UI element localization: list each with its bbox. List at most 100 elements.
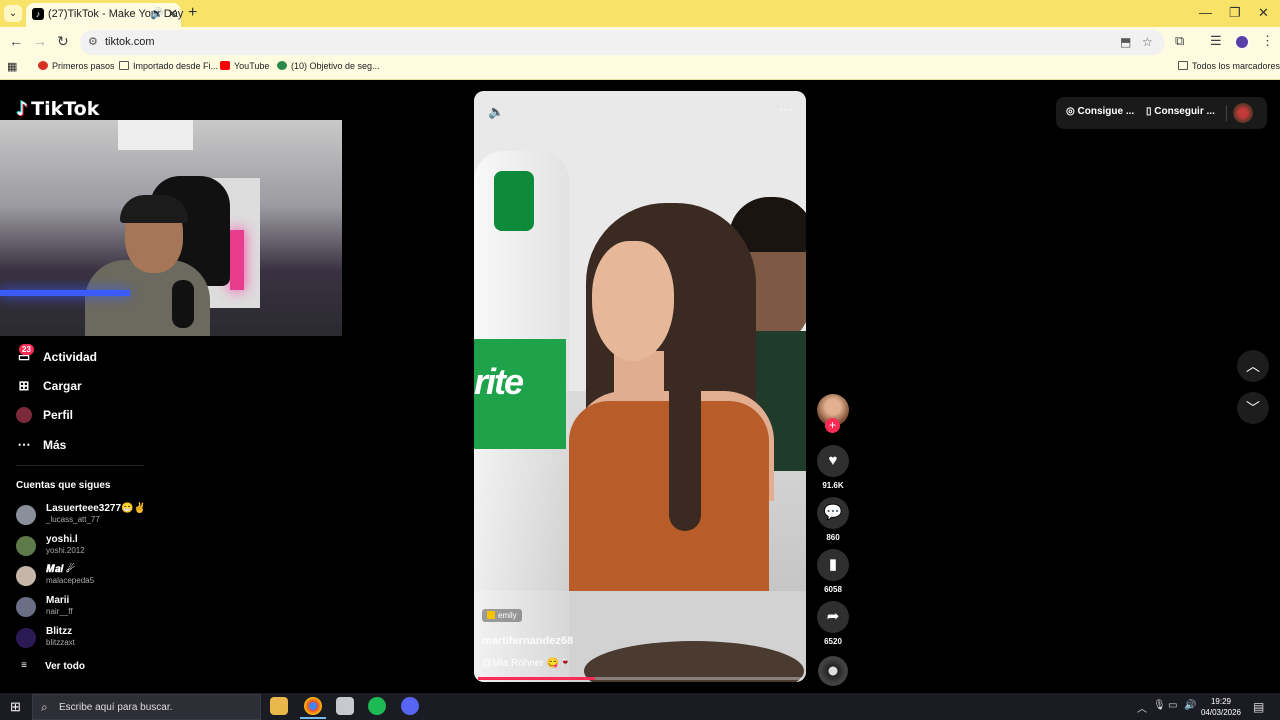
share-button[interactable]: ➦ <box>817 601 849 633</box>
share-count: 6520 <box>824 637 842 646</box>
followed-account[interactable]: 𝑴𝒂𝒊 ☄ malacepeda5 <box>16 564 176 590</box>
video-player[interactable]: rite 🔈 ⋯ emily martifernandez68 @Mia Röh… <box>474 91 806 682</box>
apps-grid-icon[interactable]: ▦ <box>7 60 17 73</box>
get-app-button[interactable]: ▯ Conseguir ... <box>1146 106 1215 117</box>
chrome-taskbar-icon[interactable] <box>304 697 322 715</box>
taskbar-clock[interactable]: 19:29 04/03/2026 <box>1198 696 1244 718</box>
like-button[interactable]: ♥ <box>817 445 849 477</box>
avatar <box>16 628 36 648</box>
close-window-icon[interactable]: ✕ <box>1258 5 1269 21</box>
next-video-button[interactable]: ﹀ <box>1237 392 1269 424</box>
site-icon <box>277 61 287 70</box>
profile-avatar[interactable] <box>1235 35 1249 49</box>
forward-icon[interactable]: → <box>33 33 47 49</box>
bookmark-primeros-pasos[interactable]: Primeros pasos <box>38 61 115 71</box>
followed-account[interactable]: Marii nair__ff <box>16 595 176 621</box>
coin-icon: ◎ <box>1066 106 1078 117</box>
share-icon: ➦ <box>826 608 840 625</box>
bookmark-youtube[interactable]: YouTube <box>220 61 269 71</box>
comment-count: 860 <box>826 533 840 542</box>
windows-taskbar: ⊞ ⌕ Escribe aquí para buscar. ︿ 🎙 ▭ 🔊 19… <box>0 693 1280 720</box>
new-tab-button[interactable]: + <box>188 4 197 22</box>
save-button[interactable]: ▮ <box>817 549 849 581</box>
webcam-microphone <box>172 280 194 328</box>
address-bar[interactable]: ⚙ tiktok.com ⬒ ☆ <box>80 30 1165 55</box>
tiktok-favicon-icon: ♪ <box>32 8 44 20</box>
restore-icon[interactable]: ❐ <box>1229 5 1241 21</box>
previous-video-button[interactable]: ︿ <box>1237 350 1269 382</box>
tab-search-button[interactable]: ⌄ <box>4 5 22 22</box>
all-bookmarks[interactable]: Todos los marcadores <box>1178 61 1280 71</box>
extensions-icon[interactable]: ⧉ <box>1175 33 1184 49</box>
effect-icon <box>487 611 495 619</box>
mic-icon[interactable]: 🎙 <box>1153 700 1166 711</box>
bookmark-icon: ▮ <box>828 556 838 573</box>
sidebar-divider <box>16 465 144 466</box>
chrome-icon <box>38 61 48 70</box>
avatar <box>16 536 36 556</box>
video-bottle-cap <box>494 171 534 231</box>
tiktok-logo[interactable]: ♪ TikTok <box>16 98 99 120</box>
search-icon: ⌕ <box>41 700 48 714</box>
spotify-icon[interactable] <box>368 697 386 715</box>
followed-account[interactable]: Blitzz blitzzaxt <box>16 626 176 652</box>
windows-start-icon[interactable]: ⊞ <box>10 699 21 715</box>
video-bottle-text: rite <box>474 361 524 402</box>
tab-tiktok[interactable]: ♪ (27)TikTok - Make Your Day 🔊 ✕ <box>26 3 183 27</box>
video-more-icon[interactable]: ⋯ <box>779 101 793 118</box>
file-explorer-icon[interactable] <box>270 697 288 715</box>
taskbar-search[interactable]: ⌕ Escribe aquí para buscar. <box>32 694 261 720</box>
get-coins-button[interactable]: ◎ Consigue ... <box>1066 106 1134 117</box>
like-count: 91.6K <box>822 481 844 490</box>
avatar <box>16 505 36 525</box>
install-app-icon[interactable]: ⬒ <box>1120 35 1131 49</box>
bookmarks-bar: ▦ Primeros pasos Importado desde Fi... Y… <box>0 57 1280 80</box>
video-woman-braid <box>669 371 701 531</box>
topbar-divider <box>1226 105 1227 121</box>
bookmark-objetivo[interactable]: (10) Objetivo de seg... <box>277 61 380 71</box>
webcam-pink-light <box>230 230 244 290</box>
bookmark-importado[interactable]: Importado desde Fi... <box>119 61 218 71</box>
video-author[interactable]: martifernandez68 <box>482 635 573 647</box>
comment-button[interactable]: 💬 <box>817 497 849 529</box>
following-title: Cuentas que sigues <box>16 480 111 491</box>
reload-icon[interactable]: ↻ <box>57 33 69 50</box>
network-icon[interactable]: ▭ <box>1168 700 1177 711</box>
tab-strip: ⌄ ♪ (27)TikTok - Make Your Day 🔊 ✕ + — ❐… <box>0 0 1280 27</box>
activity-badge: 23 <box>19 344 34 355</box>
menu-icon[interactable]: ⋮ <box>1261 33 1274 49</box>
list-icon: ≡ <box>21 660 27 671</box>
video-caption[interactable]: @Mia Röhner 😋🍷 <box>482 658 572 669</box>
music-disc-icon[interactable] <box>818 656 848 686</box>
user-avatar[interactable] <box>1233 103 1253 123</box>
effect-tag[interactable]: emily <box>482 609 522 622</box>
url-text: tiktok.com <box>105 36 155 48</box>
site-info-icon[interactable]: ⚙ <box>88 35 98 48</box>
folder-icon <box>1178 61 1188 70</box>
tray-chevron-icon[interactable]: ︿ <box>1137 700 1147 715</box>
minimize-icon[interactable]: — <box>1199 5 1212 20</box>
audio-playing-icon[interactable]: 🔊 <box>150 7 164 20</box>
back-icon[interactable]: ← <box>9 33 23 49</box>
comment-icon: 💬 <box>823 504 843 521</box>
volume-icon[interactable]: 🔈 <box>488 104 504 120</box>
webcam-led-strip <box>0 290 130 296</box>
top-actions: ◎ Consigue ... ▯ Conseguir ... <box>1056 97 1267 129</box>
notification-icon[interactable]: ▤ <box>1253 700 1264 714</box>
close-tab-icon[interactable]: ✕ <box>167 6 178 22</box>
followed-account[interactable]: Lasuerteee3277😁✌ _lucass_att_77 <box>16 503 176 529</box>
heart-icon: ♥ <box>828 452 838 469</box>
folder-icon <box>119 61 129 70</box>
follow-plus-icon[interactable]: + <box>825 418 840 433</box>
speaker-icon[interactable]: 🔊 <box>1184 700 1196 711</box>
followed-account[interactable]: yoshi.l yoshi.2012 <box>16 534 176 560</box>
media-control-icon[interactable]: ☰ <box>1210 33 1222 49</box>
upload-icon: ⊞ <box>18 378 30 393</box>
bookmark-star-icon[interactable]: ☆ <box>1142 35 1153 49</box>
avatar <box>16 597 36 617</box>
store-icon[interactable] <box>336 697 354 715</box>
profile-icon <box>16 407 32 423</box>
discord-icon[interactable] <box>401 697 419 715</box>
chevron-down-icon: ﹀ <box>1246 400 1260 416</box>
screen: ⌄ ♪ (27)TikTok - Make Your Day 🔊 ✕ + — ❐… <box>0 0 1280 720</box>
